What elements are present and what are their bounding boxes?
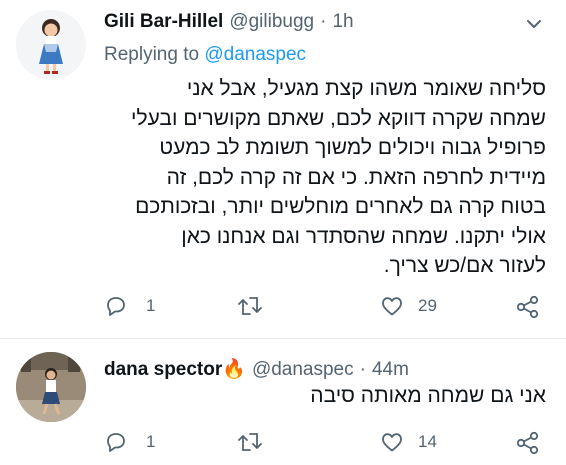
retweet-icon bbox=[238, 297, 262, 315]
retweet-button[interactable] bbox=[236, 430, 264, 454]
fire-emoji: 🔥 bbox=[222, 359, 246, 380]
retweet-button[interactable] bbox=[236, 294, 264, 318]
reply-icon bbox=[107, 297, 125, 316]
tweet-text-line: שמחה שקרה דווקא לכם, שאתם מקושרים ובעלי bbox=[131, 106, 546, 130]
avatar[interactable] bbox=[16, 352, 86, 422]
heart-icon bbox=[382, 433, 402, 452]
reply-icon bbox=[107, 433, 125, 452]
tweet-text-line: סליחה שאומר משהו קצת מגעיל, אבל אני bbox=[186, 77, 546, 100]
user-handle[interactable]: @gilibugg bbox=[229, 11, 314, 33]
retweet-icon bbox=[238, 433, 262, 451]
reply-button[interactable]: 1 bbox=[104, 430, 155, 454]
avatar[interactable] bbox=[16, 10, 86, 80]
replying-to-label: Replying to bbox=[104, 44, 200, 65]
share-button[interactable] bbox=[515, 294, 541, 320]
like-button[interactable]: 29 bbox=[380, 294, 437, 318]
separator-dot: · bbox=[320, 11, 327, 32]
separator-dot: · bbox=[359, 359, 366, 380]
tweet-header: dana spector🔥 @danaspec · 44m bbox=[104, 357, 409, 381]
like-count: 14 bbox=[418, 432, 437, 451]
replying-to-handle[interactable]: @danaspec bbox=[204, 44, 306, 65]
display-name[interactable]: Gili Bar-Hillel bbox=[104, 11, 223, 33]
display-name-text: dana spector bbox=[104, 359, 223, 380]
share-button[interactable] bbox=[515, 430, 541, 456]
timestamp[interactable]: 44m bbox=[372, 359, 409, 381]
tweet-text-line: לעזור אם/כש צריך. bbox=[383, 254, 546, 277]
share-icon bbox=[516, 431, 539, 455]
more-options-button[interactable] bbox=[522, 15, 546, 33]
tweet-text-line: אולי יתקנו. שמחה שהסתדר וגם אנחנו כאן bbox=[181, 224, 546, 248]
replying-to: Replying to @danaspec bbox=[104, 44, 306, 66]
avatar-figure bbox=[39, 19, 63, 74]
reply-count: 1 bbox=[146, 296, 156, 315]
reply-button[interactable]: 1 bbox=[104, 294, 155, 318]
tweet-text-line: אני גם שמחה מאותה סיבה bbox=[310, 384, 546, 407]
display-name[interactable]: dana spector🔥 bbox=[104, 357, 246, 381]
user-handle[interactable]: @danaspec bbox=[252, 359, 354, 381]
chevron-down-icon bbox=[527, 20, 541, 28]
tweet-text: אני גם שמחה מאותה סיבה bbox=[96, 381, 546, 411]
share-icon bbox=[516, 295, 539, 319]
reply-count: 1 bbox=[146, 432, 156, 451]
like-button[interactable]: 14 bbox=[380, 430, 437, 454]
tweet-text-line: בטוח קרה גם לאחרים מוחלשים יותר, ובזכותכ… bbox=[135, 195, 546, 218]
like-count: 29 bbox=[418, 296, 437, 315]
avatar-photo bbox=[16, 352, 86, 422]
tweet-text-line: מיידית לחרפה הזאת. כי אם זה קרה לכם, זה bbox=[166, 165, 546, 189]
tweet-header: Gili Bar-Hillel @gilibugg · 1h bbox=[104, 11, 354, 33]
tweet-text-line: פרופיל גבוה ויכולים למשוך תשומת לב כמעט bbox=[159, 136, 546, 159]
heart-icon bbox=[382, 297, 402, 316]
tweet-divider bbox=[0, 338, 566, 339]
timestamp[interactable]: 1h bbox=[332, 11, 353, 33]
tweet-text: סליחה שאומר משהו קצת מגעיל, אבל אני שמחה… bbox=[96, 74, 546, 281]
